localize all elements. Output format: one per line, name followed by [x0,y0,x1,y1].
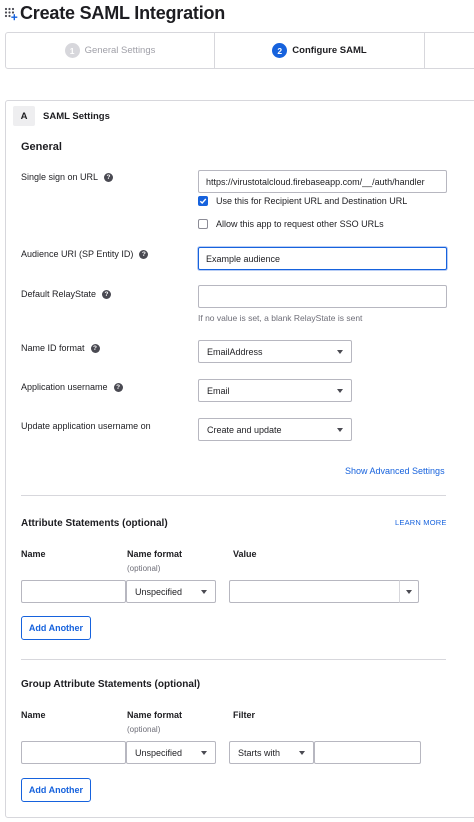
section-header: A SAML Settings [13,106,110,126]
section-divider [21,495,446,496]
step-label: General Settings [84,45,156,56]
update-username-value: Create and update [207,424,282,435]
show-advanced-settings-link[interactable]: Show Advanced Settings [345,466,445,476]
relay-state-label-text: Default RelayState [21,289,97,299]
group-format-value: Unspecified [135,747,183,758]
recipient-url-checkbox-row[interactable]: Use this for Recipient URL and Destinati… [198,196,407,206]
step-number: 2 [272,43,288,58]
chevron-down-icon [406,589,412,594]
app-username-value: Email [207,385,230,396]
app-username-select[interactable]: Email [198,379,352,402]
sso-url-label-text: Single sign on URL [21,172,99,182]
wizard-steps: 1 General Settings 2 Configure SAML [5,32,474,69]
checkmark-icon [199,198,207,205]
chevron-down-icon [337,427,343,432]
chevron-down-icon [201,750,207,755]
sso-url-input[interactable]: https://virustotalcloud.firebaseapp.com/… [198,170,447,193]
step-label: Configure SAML [292,45,367,56]
other-sso-checkbox-row[interactable]: Allow this app to request other SSO URLs [198,219,384,229]
step-configure-saml[interactable]: 2 Configure SAML [215,33,425,68]
relay-state-label: Default RelayState ? [21,289,112,299]
group-filter-value-input[interactable] [314,741,421,764]
other-sso-checkbox[interactable] [198,219,208,229]
step-number: 1 [64,43,80,58]
step-general-settings[interactable]: 1 General Settings [6,33,215,68]
group-attribute-statements-heading: Group Attribute Statements (optional) [21,679,201,690]
col-name-format: Name format [127,710,183,720]
col-name-format: Name format [127,549,183,559]
help-icon[interactable]: ? [104,172,114,182]
name-id-format-label: Name ID format ? [21,343,100,353]
update-username-select[interactable]: Create and update [198,418,352,441]
learn-more-link[interactable]: LEARN MORE [395,518,447,527]
attribute-name-input[interactable] [21,580,126,603]
page-header: Create SAML Integration [4,2,225,24]
relay-state-input[interactable] [198,285,447,308]
general-heading: General [21,141,62,153]
help-icon[interactable]: ? [90,343,100,353]
group-filter-type-value: Starts with [238,747,281,758]
page-title: Create SAML Integration [20,2,226,23]
section-letter: A [13,106,35,126]
grid-add-icon [4,7,18,21]
chevron-down-icon [201,589,207,594]
help-icon[interactable]: ? [113,382,123,392]
help-icon[interactable]: ? [139,249,149,259]
name-id-format-value: EmailAddress [207,346,263,357]
app-username-label: Application username ? [21,382,123,392]
attribute-format-value: Unspecified [135,586,183,597]
name-id-format-label-text: Name ID format [21,343,85,353]
attribute-value-dropdown[interactable] [399,580,419,603]
attribute-value-input[interactable] [229,580,400,603]
group-filter-type-select[interactable]: Starts with [229,741,314,764]
attribute-statements-heading: Attribute Statements (optional) [21,518,168,529]
group-format-select[interactable]: Unspecified [126,741,216,764]
section-divider [21,659,446,660]
recipient-url-checkbox[interactable] [198,196,208,206]
update-username-label-text: Update application username on [21,421,151,431]
col-filter: Filter [233,710,256,720]
group-name-input[interactable] [21,741,126,764]
add-group-attribute-button[interactable]: Add Another [21,778,91,802]
col-name: Name [21,710,46,720]
chevron-down-icon [299,750,305,755]
step-next [425,33,474,68]
attribute-format-select[interactable]: Unspecified [126,580,216,603]
col-optional: (optional) [127,725,161,734]
saml-settings-panel: A SAML Settings General Single sign on U… [5,100,474,818]
sso-url-label: Single sign on URL ? [21,172,114,182]
help-icon[interactable]: ? [102,289,112,299]
audience-uri-input[interactable]: Example audience [198,247,447,270]
update-username-label: Update application username on [21,421,151,431]
col-name: Name [21,549,46,559]
chevron-down-icon [337,388,343,393]
col-optional: (optional) [127,564,161,573]
add-attribute-button[interactable]: Add Another [21,616,91,640]
app-username-label-text: Application username [21,382,108,392]
audience-uri-label-text: Audience URI (SP Entity ID) [21,249,134,259]
other-sso-checkbox-label: Allow this app to request other SSO URLs [216,219,384,229]
col-value: Value [233,549,257,559]
name-id-format-select[interactable]: EmailAddress [198,340,352,363]
chevron-down-icon [337,349,343,354]
section-title: SAML Settings [43,110,110,122]
recipient-url-checkbox-label: Use this for Recipient URL and Destinati… [216,196,408,206]
relay-state-hint: If no value is set, a blank RelayState i… [198,313,363,323]
audience-uri-label: Audience URI (SP Entity ID) ? [21,249,149,259]
